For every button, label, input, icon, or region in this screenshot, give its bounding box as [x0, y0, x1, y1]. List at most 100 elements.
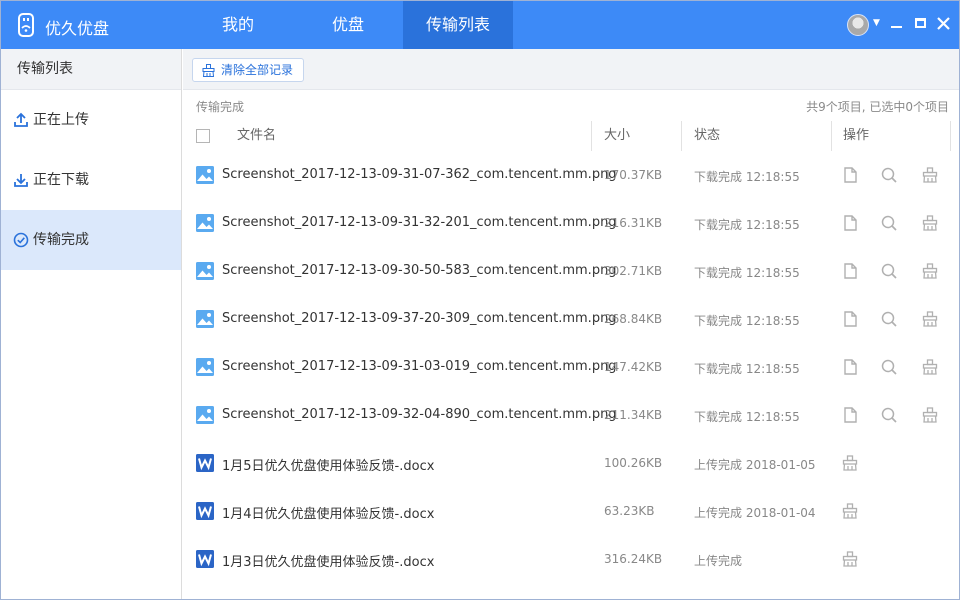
file-name: Screenshot_2017-12-13-09-30-50-583_com.t…: [222, 263, 617, 278]
open-file-icon[interactable]: [841, 406, 859, 424]
table-row[interactable]: Screenshot_2017-12-13-09-31-07-362_com.t…: [183, 151, 959, 199]
delete-record-icon[interactable]: [921, 166, 939, 184]
locate-file-icon[interactable]: [880, 358, 898, 376]
file-name: Screenshot_2017-12-13-09-37-20-309_com.t…: [222, 311, 617, 326]
locate-file-icon[interactable]: [880, 310, 898, 328]
app-title: 优久优盘: [45, 19, 110, 38]
table-row[interactable]: 1月4日优久优盘使用体验反馈-.docx 63.23KB 上传完成 2018-0…: [183, 487, 959, 535]
column-divider[interactable]: [591, 121, 592, 151]
file-size: 268.84KB: [604, 312, 663, 326]
transfer-status: 上传完成: [694, 554, 743, 568]
app-window: 优久优盘 我的 优盘 传输列表 ▼ 传输列表 正在上传 正在下载 传输完成 清除…: [0, 0, 960, 600]
title-bar: 优久优盘 我的 优盘 传输列表 ▼: [1, 1, 959, 49]
image-file-icon: [196, 358, 214, 376]
open-file-icon[interactable]: [841, 166, 859, 184]
file-name: Screenshot_2017-12-13-09-31-32-201_com.t…: [222, 215, 617, 230]
file-size: 211.34KB: [604, 408, 663, 422]
close-button[interactable]: [934, 12, 954, 36]
tab-mine[interactable]: 我的: [183, 1, 293, 49]
sidebar-item-uploading[interactable]: 正在上传: [1, 90, 181, 150]
delete-record-icon[interactable]: [841, 502, 859, 520]
table-row[interactable]: 1月5日优久优盘使用体验反馈-.docx 100.26KB 上传完成 2018-…: [183, 439, 959, 487]
delete-record-icon[interactable]: [921, 310, 939, 328]
table-row[interactable]: Screenshot_2017-12-13-09-32-04-890_com.t…: [183, 391, 959, 439]
file-size: 316.24KB: [604, 552, 663, 566]
open-file-icon[interactable]: [841, 310, 859, 328]
close-icon: [937, 17, 950, 30]
transfer-status: 下载完成 12:18:55: [694, 410, 800, 424]
file-name: 1月5日优久优盘使用体验反馈-.docx: [222, 459, 435, 474]
file-size: 216.31KB: [604, 216, 663, 230]
delete-record-icon[interactable]: [921, 358, 939, 376]
minimize-icon: [891, 26, 902, 28]
table-row[interactable]: Screenshot_2017-12-13-09-30-50-583_com.t…: [183, 247, 959, 295]
tab-transfer-list[interactable]: 传输列表: [403, 1, 513, 49]
tab-udisk[interactable]: 优盘: [293, 1, 403, 49]
table-row[interactable]: Screenshot_2017-12-13-09-31-32-201_com.t…: [183, 199, 959, 247]
delete-record-icon[interactable]: [921, 406, 939, 424]
usb-drive-icon: [15, 13, 37, 37]
column-divider[interactable]: [681, 121, 682, 151]
image-file-icon: [196, 166, 214, 184]
user-avatar[interactable]: [847, 14, 869, 36]
delete-record-icon[interactable]: [841, 454, 859, 472]
sidebar-item-completed[interactable]: 传输完成: [1, 210, 181, 270]
clear-all-records-button[interactable]: 清除全部记录: [192, 58, 305, 82]
locate-file-icon[interactable]: [880, 166, 898, 184]
file-name: 1月3日优久优盘使用体验反馈-.docx: [222, 555, 435, 570]
sidebar-item-label: 正在上传: [33, 112, 89, 128]
header-status[interactable]: 状态: [694, 119, 720, 153]
locate-file-icon[interactable]: [880, 214, 898, 232]
select-all-checkbox[interactable]: [196, 129, 210, 143]
sidebar-item-label: 正在下载: [33, 172, 89, 188]
file-name: Screenshot_2017-12-13-09-32-04-890_com.t…: [222, 407, 617, 422]
broom-icon: [202, 64, 215, 77]
file-size: 147.42KB: [604, 360, 663, 374]
maximize-button[interactable]: [911, 12, 931, 36]
item-count-label: 共9个项目, 已选中0个项目: [806, 100, 949, 114]
locate-file-icon[interactable]: [880, 262, 898, 280]
transfer-status: 下载完成 12:18:55: [694, 362, 800, 376]
file-name: Screenshot_2017-12-13-09-31-03-019_com.t…: [222, 359, 617, 374]
main-panel: 清除全部记录 传输完成 共9个项目, 已选中0个项目 文件名 大小 状态 操作 …: [183, 49, 959, 599]
delete-record-icon[interactable]: [921, 214, 939, 232]
header-size[interactable]: 大小: [604, 119, 630, 153]
sidebar-item-downloading[interactable]: 正在下载: [1, 150, 181, 210]
open-file-icon[interactable]: [841, 214, 859, 232]
chevron-down-icon[interactable]: ▼: [873, 18, 880, 28]
column-divider[interactable]: [831, 121, 832, 151]
table-row[interactable]: Screenshot_2017-12-13-09-31-03-019_com.t…: [183, 343, 959, 391]
minimize-button[interactable]: [887, 12, 907, 36]
transfer-status: 下载完成 12:18:55: [694, 266, 800, 280]
file-size: 100.26KB: [604, 456, 663, 470]
sidebar-title: 传输列表: [1, 49, 181, 90]
toolbar: 清除全部记录: [183, 49, 959, 90]
table-row[interactable]: 1月3日优久优盘使用体验反馈-.docx 316.24KB 上传完成: [183, 535, 959, 583]
image-file-icon: [196, 262, 214, 280]
open-file-icon[interactable]: [841, 358, 859, 376]
file-name: 1月4日优久优盘使用体验反馈-.docx: [222, 507, 435, 522]
transfer-status: 下载完成 12:18:55: [694, 218, 800, 232]
header-filename[interactable]: 文件名: [237, 119, 276, 153]
transfer-status: 下载完成 12:18:55: [694, 314, 800, 328]
section-label: 传输完成: [196, 100, 245, 114]
image-file-icon: [196, 310, 214, 328]
file-size: 170.37KB: [604, 168, 663, 182]
column-divider[interactable]: [950, 121, 951, 151]
open-file-icon[interactable]: [841, 262, 859, 280]
download-icon: [14, 174, 28, 187]
transfer-status: 下载完成 12:18:55: [694, 170, 800, 184]
locate-file-icon[interactable]: [880, 406, 898, 424]
upload-icon: [14, 112, 28, 127]
delete-record-icon[interactable]: [921, 262, 939, 280]
file-size: 63.23KB: [604, 504, 655, 518]
word-file-icon: [196, 502, 214, 520]
header-actions: 操作: [843, 128, 870, 143]
image-file-icon: [196, 214, 214, 232]
maximize-icon: [915, 18, 926, 28]
table-row[interactable]: Screenshot_2017-12-13-09-37-20-309_com.t…: [183, 295, 959, 343]
delete-record-icon[interactable]: [841, 550, 859, 568]
check-circle-icon: [13, 232, 29, 248]
sidebar: 传输列表 正在上传 正在下载 传输完成: [1, 49, 182, 599]
word-file-icon: [196, 550, 214, 568]
